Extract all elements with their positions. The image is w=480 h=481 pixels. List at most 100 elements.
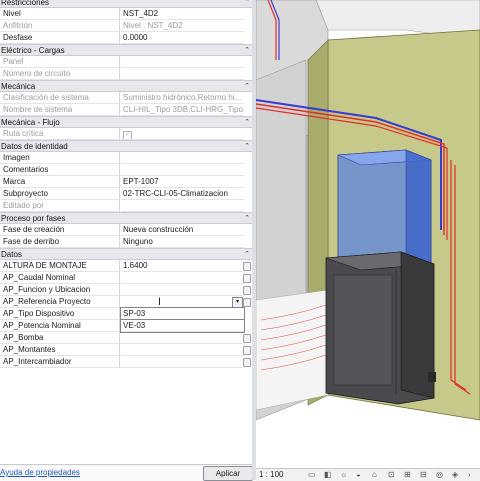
property-row: Ruta crítica ✓ bbox=[0, 128, 254, 140]
property-value-text: Suministro hidrónico,Retorno hi... bbox=[123, 93, 242, 102]
reveal-hidden-icon[interactable]: ◈ bbox=[452, 470, 458, 479]
edit-button[interactable] bbox=[243, 298, 251, 307]
collapse-icon[interactable]: ⌃ bbox=[244, 118, 250, 126]
property-label: Panel bbox=[0, 56, 120, 68]
collapse-icon[interactable]: ⌃ bbox=[244, 46, 250, 54]
property-label: AP_Referencia Proyecto bbox=[0, 296, 120, 308]
property-value[interactable]: 0.0000 bbox=[121, 32, 244, 44]
property-row: Imagen bbox=[0, 152, 254, 164]
temporary-hide-icon[interactable]: ◎ bbox=[436, 470, 443, 479]
property-value: Nivel : NST_4D2 bbox=[121, 20, 244, 32]
group-header[interactable]: Eléctrico - Cargas ⌃ bbox=[0, 44, 254, 56]
property-row: AP_Montantes bbox=[0, 344, 254, 356]
edit-button[interactable] bbox=[243, 334, 251, 343]
property-label: Clasificación de sistema bbox=[0, 92, 120, 104]
property-label: ALTURA DE MONTAJE bbox=[0, 260, 120, 272]
property-row: AP_Bomba bbox=[0, 332, 254, 344]
3d-model-drawing bbox=[256, 0, 480, 468]
3d-view[interactable] bbox=[256, 0, 480, 480]
property-value[interactable] bbox=[121, 356, 244, 368]
sun-path-icon[interactable]: ☼ bbox=[340, 470, 347, 479]
property-row: AP_Intercambiador bbox=[0, 356, 254, 368]
render-icon[interactable]: ⌂ bbox=[372, 470, 377, 479]
group-header[interactable]: Datos de identidad ⌃ bbox=[0, 140, 254, 152]
property-label: AP_Potencia Nominal bbox=[0, 320, 120, 332]
lock-view-icon[interactable]: ⊟ bbox=[420, 470, 427, 479]
property-value-text: Nueva construcción bbox=[123, 225, 194, 234]
group-header[interactable]: Mecánica ⌃ bbox=[0, 80, 254, 92]
edit-button[interactable] bbox=[243, 286, 251, 295]
property-label: Nombre de sistema bbox=[0, 104, 120, 116]
property-value[interactable]: 1.6400 bbox=[121, 260, 244, 272]
group-header-label: Proceso por fases bbox=[1, 214, 66, 223]
edit-button[interactable] bbox=[243, 262, 251, 271]
property-value bbox=[121, 68, 244, 80]
property-value[interactable] bbox=[121, 332, 244, 344]
property-value-text: NST_4D2 bbox=[123, 9, 159, 18]
view-scale[interactable]: 1 : 100 bbox=[259, 470, 283, 479]
help-link[interactable]: Ayuda de propiedades bbox=[0, 468, 80, 477]
cabinet-connector bbox=[428, 372, 436, 382]
collapse-icon[interactable]: ⌃ bbox=[244, 142, 250, 150]
property-value[interactable]: VE-03 bbox=[120, 319, 245, 333]
group-header-label: Datos bbox=[1, 250, 22, 259]
shadows-icon[interactable]: ◒ bbox=[356, 470, 361, 479]
property-row: AP_Funcion y Ubicacion bbox=[0, 284, 254, 296]
property-value[interactable]: SP-03 bbox=[120, 307, 245, 321]
group-header-label: Restricciones bbox=[1, 0, 50, 7]
property-value[interactable] bbox=[121, 284, 244, 296]
property-value[interactable]: NST_4D2 bbox=[121, 8, 244, 20]
property-value: CLI-HIL_Tipo 3DB,CLI-HRG_Tipo... bbox=[121, 104, 244, 116]
property-label: AP_Funcion y Ubicacion bbox=[0, 284, 120, 296]
apply-button[interactable]: Aplicar bbox=[203, 466, 253, 481]
property-value[interactable] bbox=[121, 272, 244, 284]
group-header[interactable]: Mecánica - Flujo ⌃ bbox=[0, 116, 254, 128]
property-label: Imagen bbox=[0, 152, 120, 164]
collapse-icon[interactable]: ⌃ bbox=[244, 250, 250, 258]
group-header[interactable]: Proceso por fases ⌃ bbox=[0, 212, 254, 224]
group-header[interactable]: Datos ⌃ bbox=[0, 248, 254, 260]
property-value-text: SP-03 bbox=[123, 309, 146, 318]
property-row: Desfase 0.0000 bbox=[0, 32, 254, 44]
property-value[interactable]: Ninguno bbox=[121, 236, 244, 248]
property-label: Fase de creación bbox=[0, 224, 120, 236]
group-header-label: Eléctrico - Cargas bbox=[1, 46, 65, 55]
property-value: Suministro hidrónico,Retorno hi... bbox=[121, 92, 244, 104]
property-value-text: Ninguno bbox=[123, 237, 153, 246]
property-value[interactable]: EPT-1007 bbox=[121, 176, 244, 188]
properties-grid: Restricciones ⌃ Nivel NST_4D2 Anfitrión Nivel… bbox=[0, 0, 254, 374]
property-value bbox=[121, 56, 244, 68]
property-label: Número de circuito bbox=[0, 68, 120, 80]
group-header-label: Datos de identidad bbox=[1, 142, 68, 151]
properties-panel: Restricciones ⌃ Nivel NST_4D2 Anfitrión Nivel… bbox=[0, 0, 255, 481]
collapse-icon[interactable]: ⌃ bbox=[244, 214, 250, 222]
property-row: Número de circuito bbox=[0, 68, 254, 80]
property-row: AP_Potencia Nominal VE-03 bbox=[0, 319, 254, 333]
group-header[interactable]: Restricciones ⌃ bbox=[0, 0, 254, 8]
property-value[interactable] bbox=[121, 344, 244, 356]
property-label: Desfase bbox=[0, 32, 120, 44]
dropdown-arrow-icon[interactable]: ▾ bbox=[232, 297, 243, 307]
visual-style-icon[interactable]: ◧ bbox=[324, 470, 332, 479]
property-value[interactable] bbox=[121, 164, 244, 176]
property-row: Nivel NST_4D2 bbox=[0, 8, 254, 20]
property-value-text: 1.6400 bbox=[123, 261, 148, 270]
property-label: AP_Montantes bbox=[0, 344, 120, 356]
collapse-icon[interactable]: ⌃ bbox=[244, 0, 250, 6]
property-value[interactable]: Nueva construcción bbox=[121, 224, 244, 236]
property-value[interactable]: 02-TRC-CLI-05-Climatizacion bbox=[121, 188, 244, 200]
edit-button[interactable] bbox=[243, 274, 251, 283]
property-value-text: EPT-1007 bbox=[123, 177, 159, 186]
crop-view-icon[interactable]: ⊡ bbox=[388, 470, 395, 479]
show-crop-icon[interactable]: ⊞ bbox=[404, 470, 411, 479]
property-value[interactable]: ▾ bbox=[121, 296, 244, 308]
property-row: AP_Referencia Proyecto ▾ bbox=[0, 296, 254, 308]
property-value[interactable] bbox=[121, 152, 244, 164]
property-label: Comentarios bbox=[0, 164, 120, 176]
edit-button[interactable] bbox=[243, 358, 251, 367]
view-more-icon[interactable]: › bbox=[468, 470, 471, 479]
edit-button[interactable] bbox=[243, 346, 251, 355]
collapse-icon[interactable]: ⌃ bbox=[244, 82, 250, 90]
detail-level-icon[interactable]: ▭ bbox=[308, 470, 316, 479]
property-label: Subproyecto bbox=[0, 188, 120, 200]
